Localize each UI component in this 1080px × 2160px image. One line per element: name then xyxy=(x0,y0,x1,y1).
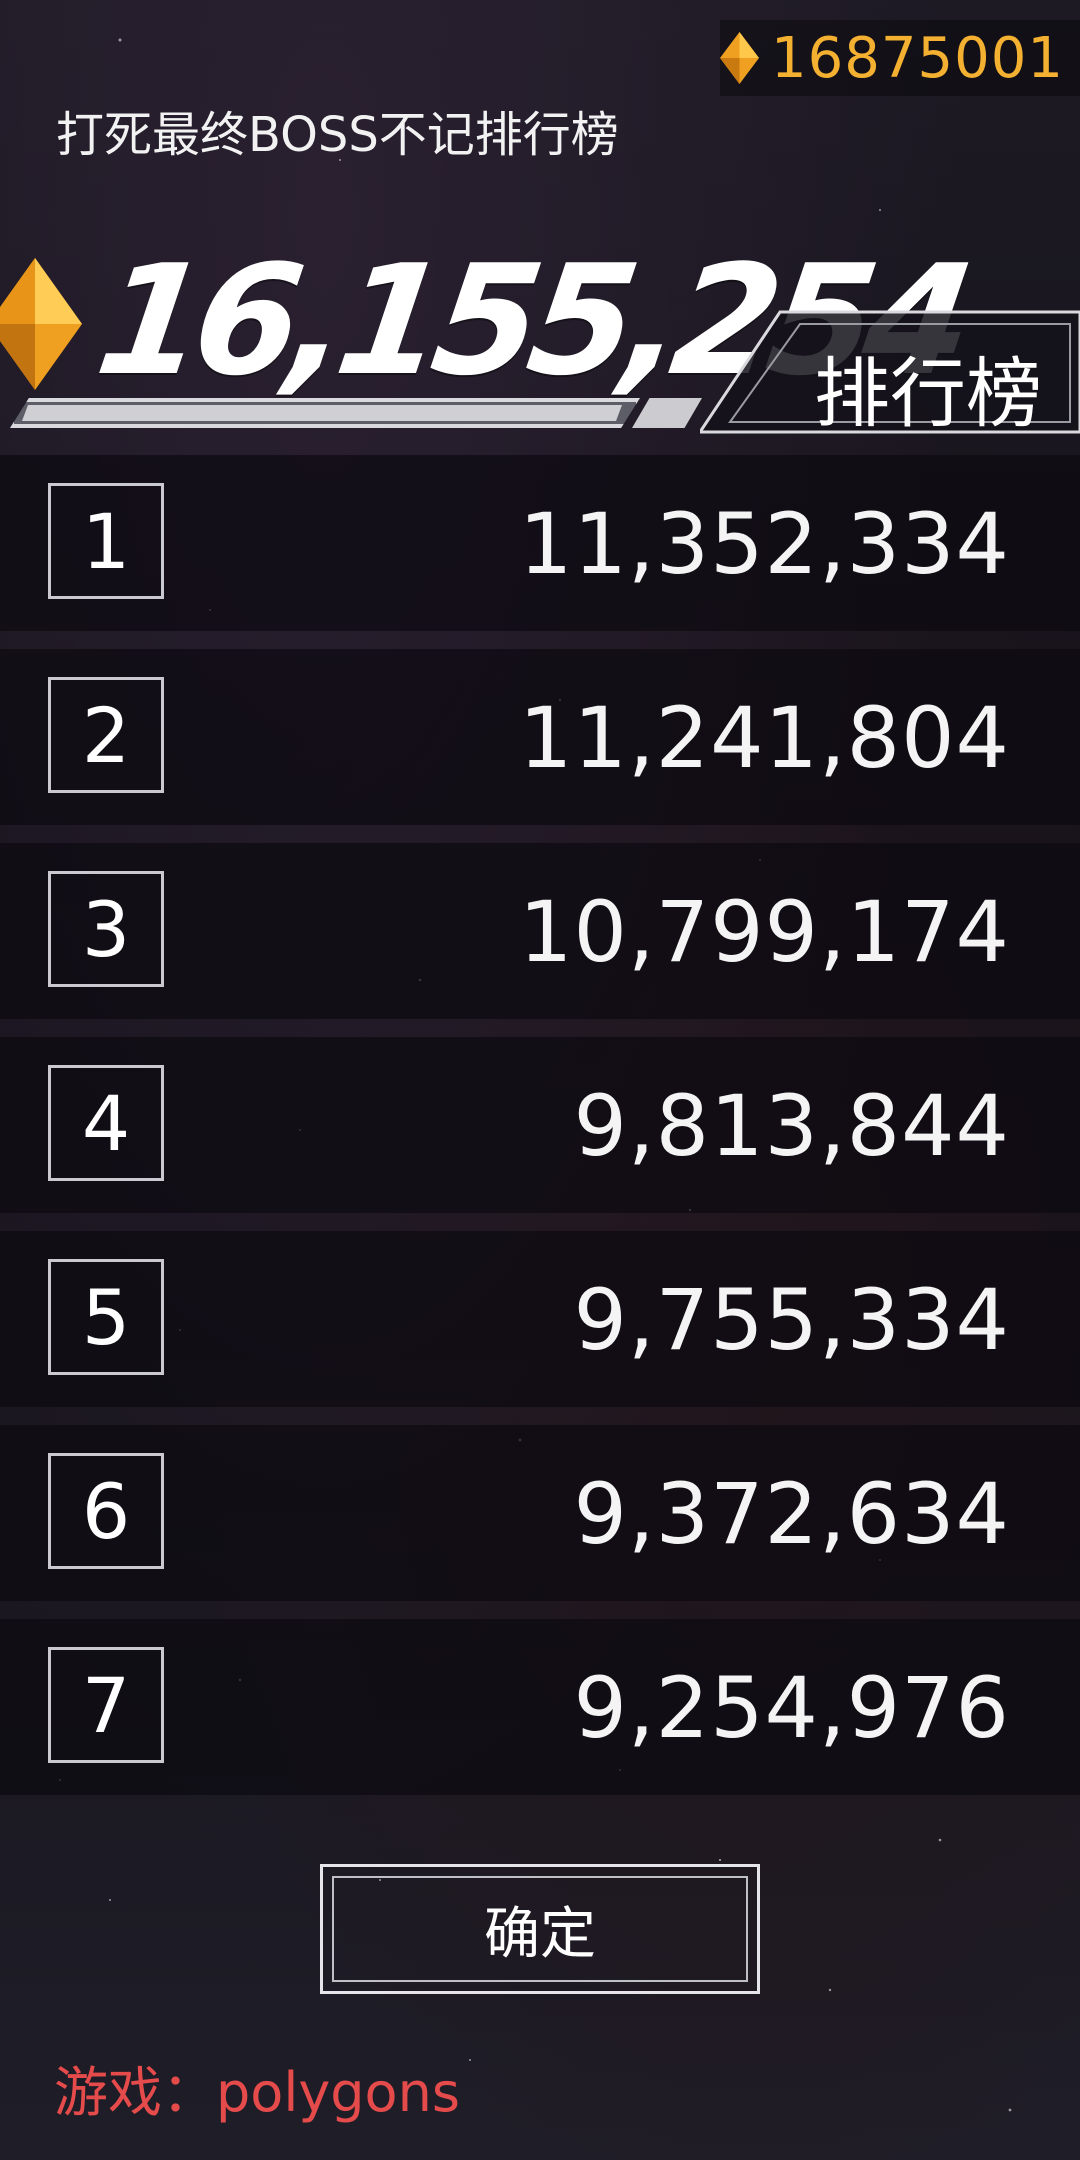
tab-label: 排行榜 xyxy=(814,349,1042,438)
confirm-button-label: 确定 xyxy=(332,1876,748,1982)
rank-score: 10,799,174 xyxy=(519,883,1010,981)
leaderboard-list: 1 11,352,334 2 11,241,804 3 10,799,174 4… xyxy=(0,455,1080,1813)
rank-score: 9,813,844 xyxy=(573,1077,1010,1175)
rank-score: 9,254,976 xyxy=(573,1659,1010,1757)
rank-score: 11,241,804 xyxy=(519,689,1010,787)
gem-icon xyxy=(0,258,82,390)
currency-display: 16875001 xyxy=(720,20,1080,96)
currency-amount: 16875001 xyxy=(770,25,1064,91)
rank-badge: 4 xyxy=(48,1065,164,1181)
rank-badge: 6 xyxy=(48,1453,164,1569)
leaderboard-row: 7 9,254,976 xyxy=(0,1619,1080,1795)
confirm-button[interactable]: 确定 xyxy=(320,1864,760,1994)
rank-badge: 2 xyxy=(48,677,164,793)
score-bar-fill xyxy=(22,405,622,421)
watermark-text: 游戏：polygons xyxy=(54,2061,460,2124)
rank-badge: 5 xyxy=(48,1259,164,1375)
leaderboard-row: 2 11,241,804 xyxy=(0,649,1080,825)
rank-score: 11,352,334 xyxy=(519,495,1010,593)
leaderboard-row: 4 9,813,844 xyxy=(0,1037,1080,1213)
rank-score: 9,755,334 xyxy=(573,1271,1010,1369)
leaderboard-row: 3 10,799,174 xyxy=(0,843,1080,1019)
rank-badge: 7 xyxy=(48,1647,164,1763)
leaderboard-row: 6 9,372,634 xyxy=(0,1425,1080,1601)
rank-badge: 3 xyxy=(48,871,164,987)
tab-leaderboard[interactable]: 排行榜 xyxy=(700,310,1080,438)
leaderboard-row: 1 11,352,334 xyxy=(0,455,1080,631)
rank-badge: 1 xyxy=(48,483,164,599)
boss-notice-text: 打死最终BOSS不记排行榜 xyxy=(56,107,619,163)
score-header: 16,155,254 排行榜 xyxy=(0,232,1080,440)
leaderboard-row: 5 9,755,334 xyxy=(0,1231,1080,1407)
gem-icon xyxy=(720,32,759,84)
rank-score: 9,372,634 xyxy=(573,1465,1010,1563)
